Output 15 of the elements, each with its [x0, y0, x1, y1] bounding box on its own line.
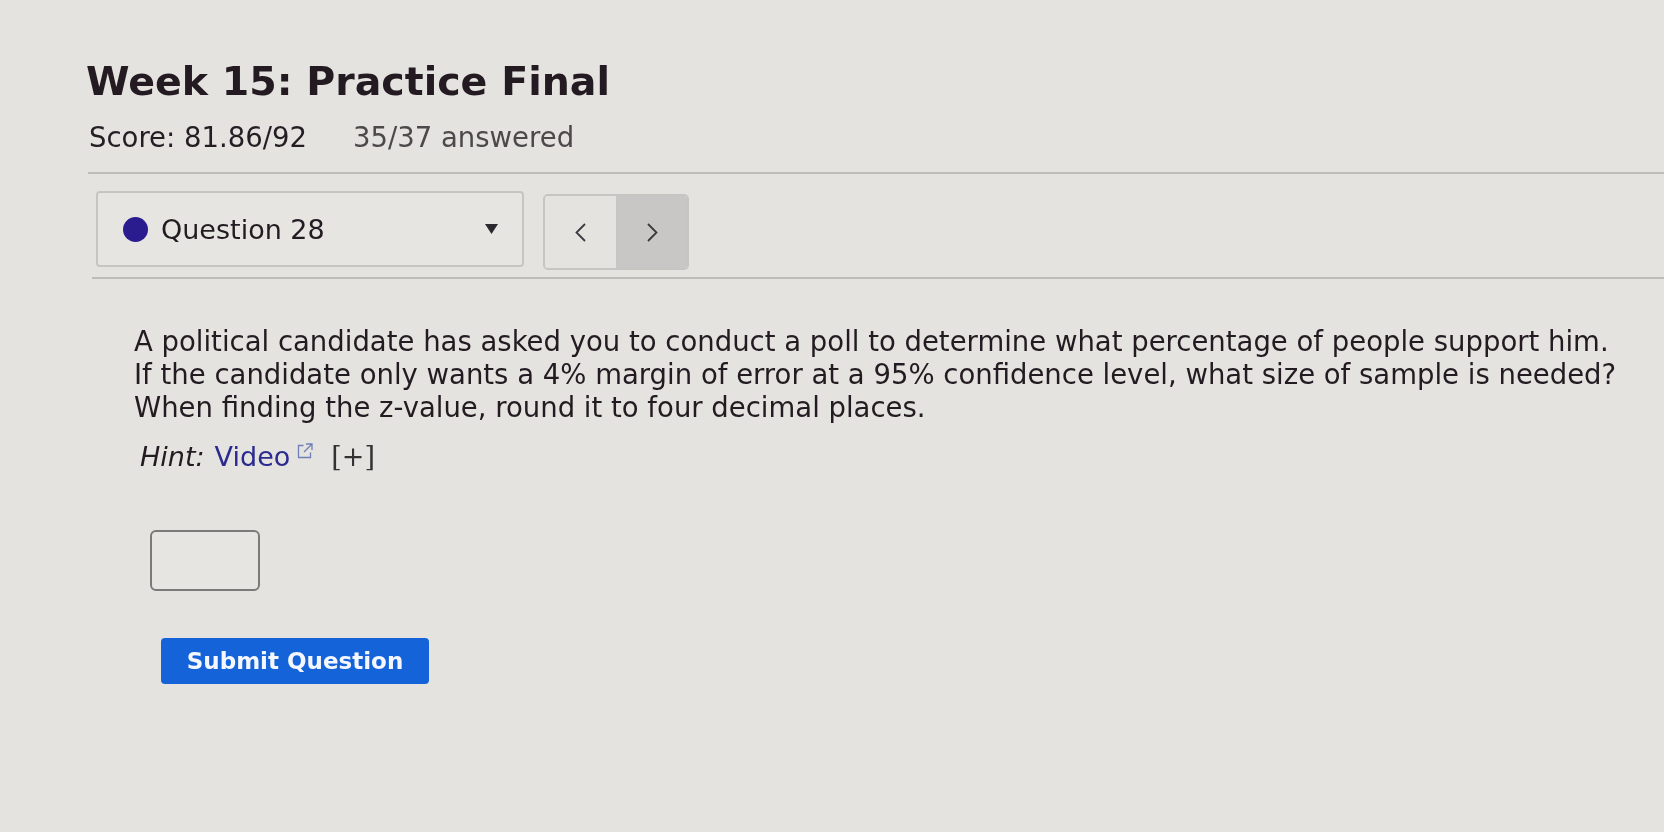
- chevron-right-icon: [646, 222, 658, 242]
- score-text: Score: 81.86/92: [89, 121, 307, 153]
- external-link-icon: [297, 443, 314, 459]
- submit-button[interactable]: Submit Question: [161, 638, 429, 684]
- next-button[interactable]: [616, 196, 687, 268]
- answered-count: 35/37 answered: [353, 121, 575, 153]
- answer-box[interactable]: [150, 530, 260, 591]
- video-link[interactable]: Video: [214, 440, 291, 474]
- question-dropdown[interactable]: Question 28: [96, 191, 524, 267]
- chevron-left-icon: [575, 222, 586, 242]
- question-text: A political candidate has asked you to conduct a poll to determine what percentage of people support him. If the candidate only wants a 4% margin of error at a 95% confidence level, what size of sample is needed? When finding the z-value, round it to four decimal places.: [134, 325, 1618, 424]
- hint-label: Hint:: [140, 440, 205, 474]
- caret-icon: [485, 224, 498, 234]
- page-title: Week 15: Practice Final: [86, 57, 610, 106]
- expand-hint-link[interactable]: [+]: [331, 440, 375, 474]
